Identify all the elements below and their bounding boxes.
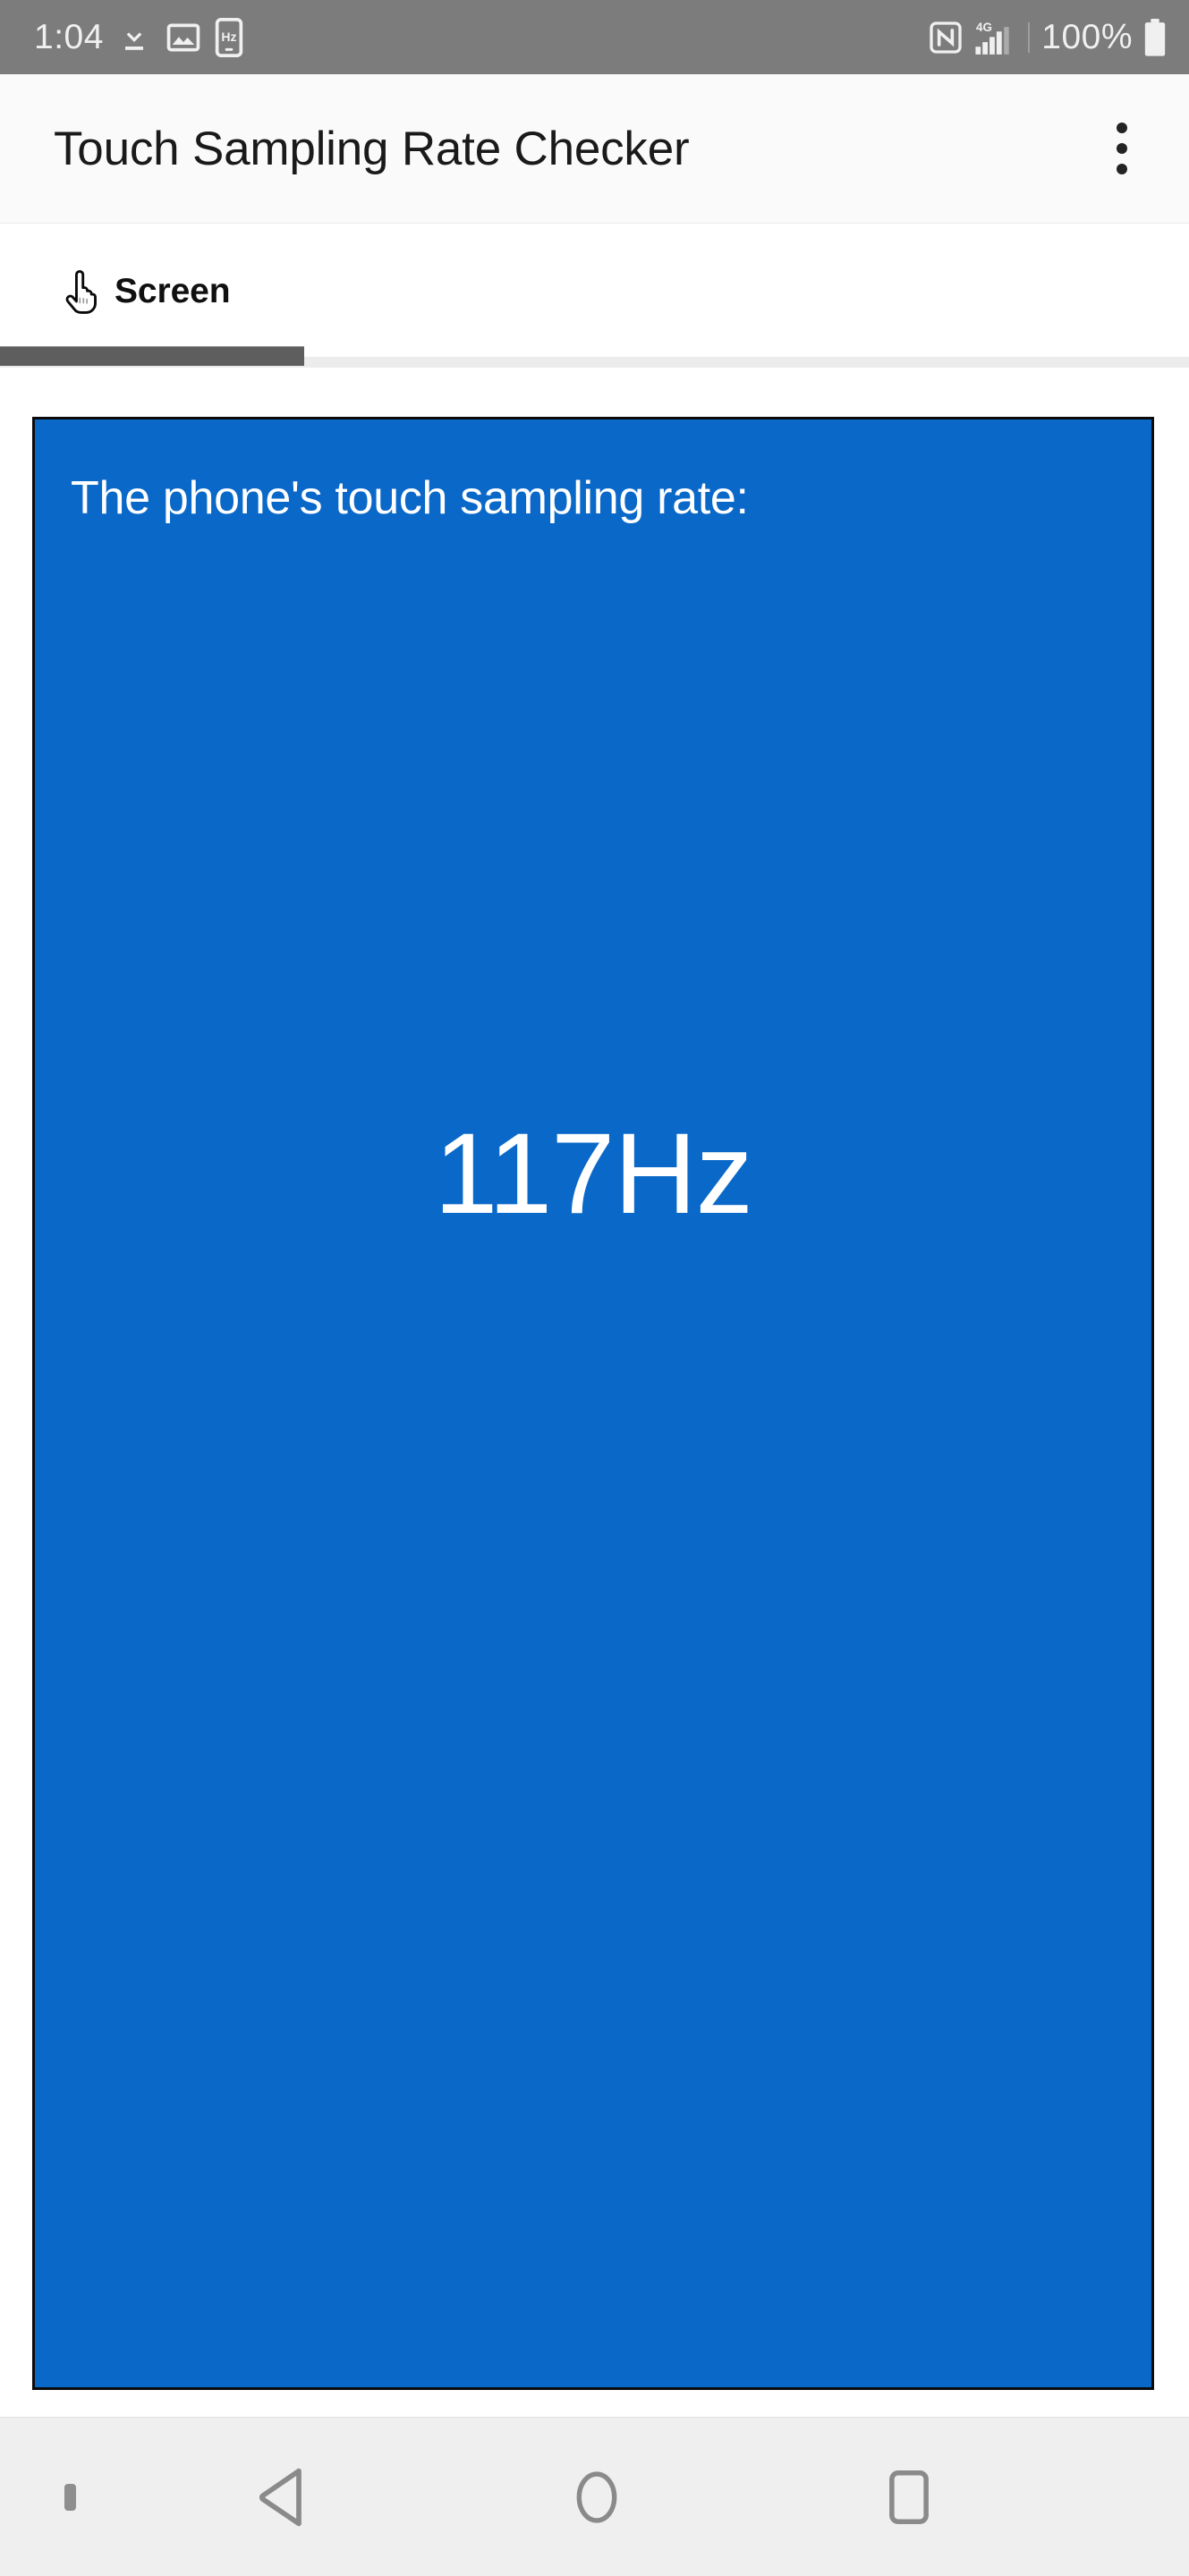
back-triangle-icon bbox=[259, 2468, 301, 2526]
status-bar-left: 1:04 Hz bbox=[34, 18, 243, 57]
signal-icon: 4G bbox=[975, 20, 1009, 55]
svg-text:4G: 4G bbox=[976, 20, 992, 33]
recents-button[interactable] bbox=[842, 2448, 976, 2546]
tab-bar: Screen bbox=[0, 225, 1189, 368]
download-icon bbox=[124, 23, 143, 50]
touch-sampling-rate-value: 117Hz bbox=[434, 1110, 753, 1238]
page-title: Touch Sampling Rate Checker bbox=[54, 122, 690, 175]
tab-indicator bbox=[0, 346, 304, 366]
svg-text:Hz: Hz bbox=[221, 30, 236, 44]
hz-app-icon: Hz bbox=[215, 17, 243, 57]
status-bar-divider bbox=[1028, 21, 1031, 53]
image-icon bbox=[166, 23, 200, 51]
rate-display-panel[interactable]: The phone's touch sampling rate: 117Hz T… bbox=[32, 417, 1154, 2576]
panel-heading: The phone's touch sampling rate: bbox=[71, 472, 749, 524]
tab-screen-label: Screen bbox=[115, 272, 231, 310]
app-bar: Touch Sampling Rate Checker bbox=[0, 74, 1189, 224]
battery-percent-label: 100% bbox=[1041, 17, 1133, 56]
phone-screen: 1:04 Hz 4G 100% Touch Sampling Rate Chec… bbox=[0, 0, 1189, 2576]
battery-icon bbox=[1144, 18, 1166, 56]
back-button[interactable] bbox=[216, 2448, 350, 2546]
tab-screen[interactable]: Screen bbox=[0, 225, 231, 359]
recents-square-icon bbox=[889, 2470, 929, 2524]
status-bar: 1:04 Hz 4G 100% bbox=[0, 0, 1189, 74]
status-bar-right: 4G 100% bbox=[928, 18, 1168, 57]
nfc-icon bbox=[930, 21, 962, 54]
pin-indicator-icon[interactable] bbox=[64, 2483, 76, 2511]
home-button[interactable] bbox=[530, 2448, 664, 2546]
overflow-menu-icon[interactable] bbox=[1091, 108, 1153, 189]
home-circle-icon bbox=[576, 2470, 617, 2523]
status-bar-clock: 1:04 bbox=[34, 17, 104, 56]
navigation-bar bbox=[0, 2417, 1189, 2576]
pointing-hand-icon bbox=[65, 269, 97, 314]
